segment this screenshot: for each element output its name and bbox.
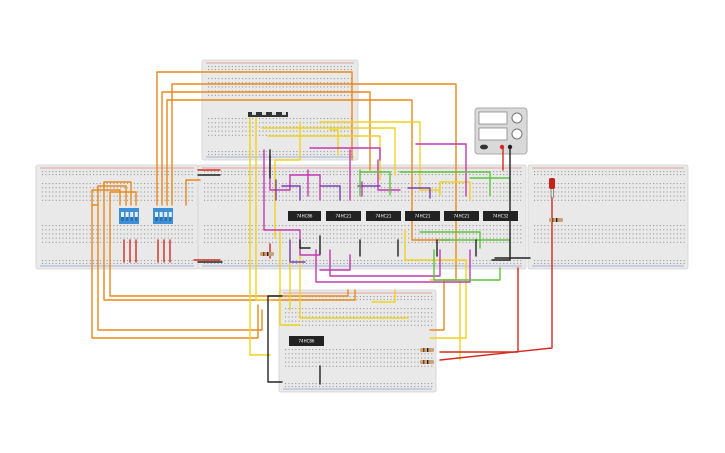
ic-chip-1[interactable]: 74HC86 [288, 211, 321, 221]
dip-switch-2[interactable] [153, 208, 173, 224]
resistor-band [556, 218, 558, 222]
ic-chip-3[interactable]: 74HC21 [366, 211, 401, 221]
dip-key-slider [159, 217, 163, 221]
dip-key-slider [125, 217, 129, 221]
breadboard-left[interactable] [35, 164, 199, 270]
psu-knob-current[interactable] [511, 128, 523, 140]
top-switch-bank[interactable] [248, 112, 288, 117]
resistor-band [423, 360, 425, 364]
circuit-canvas: 74HC86 74HC21 74HC21 74HC21 74HC21 74HC3… [35, 59, 689, 393]
chip-label: 74HC21 [415, 214, 431, 219]
dip-key-slider [121, 217, 124, 221]
chip-label: 74HC86 [297, 214, 313, 219]
resistor-band [263, 252, 265, 256]
psu-knob-voltage[interactable] [511, 112, 523, 124]
chip-label: 74HC21 [336, 214, 352, 219]
chip-label: 74HC21 [376, 214, 392, 219]
ic-chip-5[interactable]: 74HC21 [444, 211, 479, 221]
chip-label: 74HC21 [454, 214, 470, 219]
chip-label: 74HC32 [493, 214, 509, 219]
resistor-band [267, 252, 269, 256]
dip-key-slider [130, 217, 134, 221]
ic-chip-7[interactable]: 74HC86 [289, 336, 324, 346]
dip-switch-1[interactable] [119, 208, 139, 224]
dip-key-slider [168, 217, 172, 221]
power-supply[interactable] [474, 107, 528, 155]
ic-chip-6[interactable]: 74HC32 [483, 211, 518, 221]
dip-key-slider [164, 217, 168, 221]
resistor-band [427, 360, 429, 364]
resistor-band [427, 348, 429, 352]
psu-power-switch[interactable] [480, 144, 488, 150]
resistor-band [552, 218, 554, 222]
breadboard-top[interactable] [201, 59, 359, 161]
dip-key-slider [134, 217, 138, 221]
chip-label: 74HC86 [299, 339, 315, 344]
ic-chip-2[interactable]: 74HC21 [326, 211, 361, 221]
dip-key-slider [155, 217, 158, 221]
ic-chip-4[interactable]: 74HC21 [405, 211, 440, 221]
resistor-band [423, 348, 425, 352]
